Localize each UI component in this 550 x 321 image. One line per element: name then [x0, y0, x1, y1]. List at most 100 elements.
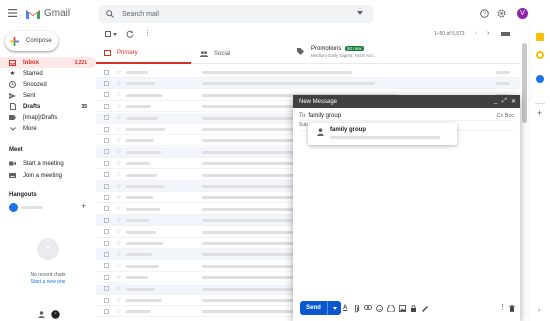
formatting-options-icon[interactable]: A — [343, 305, 347, 311]
calendar-icon[interactable] — [536, 33, 544, 41]
star-icon[interactable]: ☆ — [116, 205, 121, 212]
insert-signature-icon[interactable] — [421, 305, 428, 312]
join-meeting-item[interactable]: Join a meeting — [0, 170, 96, 181]
sidebar-item-more[interactable]: More — [0, 123, 96, 134]
insert-link-icon[interactable] — [364, 305, 372, 310]
star-icon[interactable]: ☆ — [116, 69, 121, 76]
star-icon[interactable]: ☆ — [116, 228, 121, 235]
gmail-logo[interactable]: Gmail — [26, 8, 70, 19]
close-icon[interactable]: ✕ — [511, 98, 516, 105]
main-menu-icon[interactable] — [8, 9, 17, 17]
person-icon[interactable] — [38, 311, 45, 318]
hangouts-avatar[interactable] — [9, 203, 18, 212]
row-checkbox[interactable] — [104, 172, 109, 178]
keep-icon[interactable] — [536, 51, 544, 59]
more-options-icon[interactable]: ⋮ — [144, 30, 151, 38]
mail-scrollbar[interactable] — [522, 43, 527, 303]
insert-photo-icon[interactable] — [399, 305, 406, 312]
star-icon[interactable]: ☆ — [116, 80, 121, 87]
table-row[interactable]: ☆ — [96, 78, 520, 90]
search-bar[interactable]: Search mail — [99, 5, 373, 23]
tasks-icon[interactable] — [536, 75, 544, 83]
star-icon[interactable]: ☆ — [116, 103, 121, 110]
star-icon[interactable]: ☆ — [116, 251, 121, 258]
row-checkbox[interactable] — [104, 206, 109, 212]
row-checkbox[interactable] — [104, 217, 109, 223]
emoji-icon[interactable] — [376, 305, 383, 312]
hangouts-icon[interactable]: " — [51, 310, 60, 319]
to-input[interactable]: family group — [308, 113, 341, 119]
discard-draft-icon[interactable] — [509, 305, 515, 312]
row-checkbox[interactable] — [104, 137, 109, 143]
minimize-icon[interactable]: _ — [494, 98, 497, 104]
row-checkbox[interactable] — [104, 115, 109, 121]
scrollbar-thumb[interactable] — [522, 43, 527, 123]
newer-page-icon[interactable]: ‹ — [475, 30, 477, 37]
row-checkbox[interactable] — [104, 92, 109, 98]
send-button[interactable]: Send — [300, 301, 341, 315]
sidebar-item-drafts[interactable]: Drafts 35 — [0, 101, 96, 112]
row-checkbox[interactable] — [104, 286, 109, 292]
star-icon[interactable]: ☆ — [116, 171, 121, 178]
row-checkbox[interactable] — [104, 183, 109, 189]
row-checkbox[interactable] — [104, 274, 109, 280]
row-checkbox[interactable] — [104, 194, 109, 200]
tab-primary[interactable]: Primary — [96, 43, 191, 64]
tab-promotions[interactable]: Promotions 50 new Medium Daily Digest, I… — [297, 43, 497, 64]
start-new-chat-link[interactable]: Start a new one — [0, 279, 96, 285]
row-checkbox[interactable] — [104, 308, 109, 314]
sidebar-item-starred[interactable]: ★ Starred — [0, 68, 96, 79]
older-page-icon[interactable]: › — [487, 30, 489, 37]
table-row[interactable]: ☆ — [96, 67, 520, 78]
search-icon[interactable] — [106, 10, 114, 18]
star-icon[interactable]: ☆ — [116, 126, 121, 133]
row-checkbox[interactable] — [104, 80, 109, 86]
star-icon[interactable]: ☆ — [116, 297, 121, 304]
star-icon[interactable]: ☆ — [116, 262, 121, 269]
star-icon[interactable]: ☆ — [116, 308, 121, 315]
cc-bcc-link[interactable]: Cc Bcc — [497, 113, 514, 119]
row-checkbox[interactable] — [104, 69, 109, 75]
row-checkbox[interactable] — [104, 126, 109, 132]
row-checkbox[interactable] — [104, 229, 109, 235]
sidebar-item-sent[interactable]: Sent — [0, 90, 96, 101]
star-icon[interactable]: ☆ — [116, 240, 121, 247]
row-checkbox[interactable] — [104, 149, 109, 155]
compose-button[interactable]: Compose — [5, 31, 58, 51]
star-icon[interactable]: ☆ — [116, 114, 121, 121]
start-meeting-item[interactable]: Start a meeting — [0, 158, 96, 169]
star-icon[interactable]: ☆ — [116, 194, 121, 201]
select-dropdown-icon[interactable] — [113, 33, 117, 36]
to-field[interactable]: To family group Cc Bcc — [299, 111, 514, 121]
get-addons-icon[interactable]: + — [537, 108, 542, 118]
row-checkbox[interactable] — [104, 240, 109, 246]
add-hangout-icon[interactable]: + — [81, 201, 86, 211]
fullscreen-icon[interactable]: ⤢ — [502, 98, 507, 105]
settings-gear-icon[interactable] — [497, 9, 506, 18]
select-all-checkbox[interactable] — [105, 31, 111, 37]
star-icon[interactable]: ☆ — [116, 183, 121, 190]
recipient-suggestion[interactable]: family group — [308, 123, 457, 145]
schedule-send-dropdown[interactable] — [327, 301, 341, 315]
star-icon[interactable]: ☆ — [116, 160, 121, 167]
row-checkbox[interactable] — [104, 251, 109, 257]
row-checkbox[interactable] — [104, 297, 109, 303]
sidebar-item-snoozed[interactable]: Snoozed — [0, 79, 96, 90]
tab-social[interactable]: Social — [200, 43, 290, 64]
star-icon[interactable]: ☆ — [116, 91, 121, 98]
input-tools-icon[interactable] — [501, 32, 510, 36]
attach-file-icon[interactable] — [354, 305, 359, 313]
search-input[interactable]: Search mail — [122, 11, 159, 18]
help-icon[interactable]: ? — [480, 9, 489, 18]
star-icon[interactable]: ☆ — [116, 217, 121, 224]
show-side-panel-icon[interactable]: › — [538, 307, 540, 314]
compose-title-bar[interactable]: New Message _ ⤢ ✕ — [293, 95, 520, 108]
row-checkbox[interactable] — [104, 160, 109, 166]
sidebar-item-imap-drafts[interactable]: [Imap]/Drafts — [0, 112, 96, 123]
more-options-icon[interactable]: ⋮ — [499, 303, 506, 311]
row-checkbox[interactable] — [104, 103, 109, 109]
sidebar-item-inbox[interactable]: Inbox 3,221 — [0, 57, 96, 68]
star-icon[interactable]: ☆ — [116, 137, 121, 144]
row-checkbox[interactable] — [104, 263, 109, 269]
confidential-mode-icon[interactable] — [410, 305, 417, 312]
